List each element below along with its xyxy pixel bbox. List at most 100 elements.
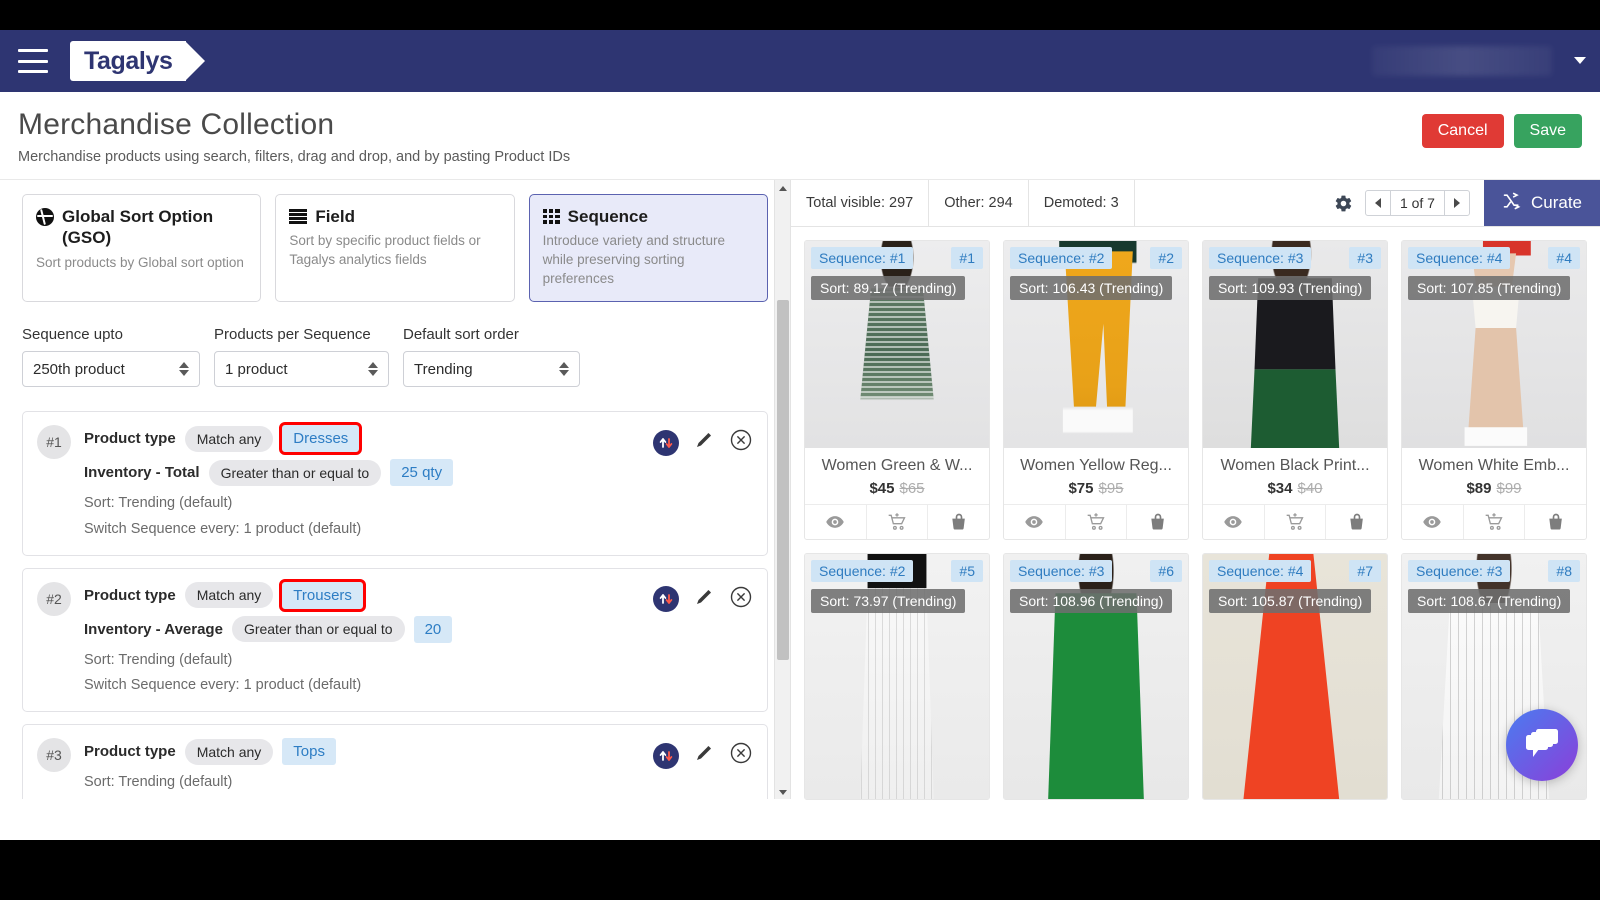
curate-button[interactable]: Curate (1483, 180, 1600, 226)
close-circle-icon[interactable] (729, 741, 753, 770)
price-original: $65 (899, 480, 925, 497)
sort-mode-gso[interactable]: Global Sort Option (GSO) Sort products b… (22, 194, 262, 303)
cancel-button[interactable]: Cancel (1421, 114, 1504, 148)
product-badges: Sequence: #4 #7 (1209, 560, 1381, 582)
table-row[interactable]: #2 Product type Match any Trousers Inven… (22, 567, 768, 713)
list-item[interactable]: Sequence: #4 #4 Sort: 107.85 (Trending) … (1401, 240, 1587, 540)
sort-mode-field[interactable]: Field Sort by specific product fields or… (275, 194, 515, 303)
cart-plus-icon[interactable] (1263, 505, 1326, 539)
sort-updown-icon[interactable] (653, 429, 679, 456)
cart-plus-icon[interactable] (865, 505, 928, 539)
product-name: Women Black Print... (1220, 457, 1370, 474)
scroll-up-icon[interactable] (775, 180, 790, 196)
product-actions (805, 504, 989, 539)
sort-mode-title: Global Sort Option (GSO) (62, 207, 214, 248)
gear-icon[interactable] (1334, 194, 1353, 213)
page-header: Merchandise Collection Merchandise produ… (0, 92, 1600, 179)
list-item[interactable]: Sequence: #3 #3 Sort: 109.93 (Trending) … (1202, 240, 1388, 540)
rule-operator-chip[interactable]: Match any (184, 582, 274, 609)
position-badge: #4 (1548, 247, 1580, 269)
position-badge: #5 (951, 560, 983, 582)
sort-updown-icon[interactable] (653, 586, 679, 613)
sort-mode-title: Sequence (567, 207, 648, 226)
default-sort-order-select[interactable]: Trending (403, 351, 580, 388)
basket-icon[interactable] (1126, 505, 1188, 539)
rule-field-label: Inventory - Total (84, 464, 200, 482)
chat-widget-button[interactable] (1506, 709, 1578, 781)
basket-icon[interactable] (1325, 505, 1387, 539)
sequence-rules-list: #1 Product type Match any Dresses Invent… (22, 411, 768, 799)
cart-plus-icon[interactable] (1064, 505, 1127, 539)
price-current: $89 (1466, 480, 1492, 497)
sequence-upto-value: 250th product (33, 360, 125, 378)
product-name: Women White Emb... (1418, 457, 1570, 474)
basket-icon[interactable] (1524, 505, 1586, 539)
sort-mode-sequence[interactable]: Sequence Introduce variety and structure… (528, 194, 768, 303)
rule-value-chip[interactable]: Dresses (279, 422, 363, 456)
basket-icon[interactable] (927, 505, 989, 539)
product-name: Women Yellow Reg... (1020, 457, 1172, 474)
sequence-upto-select[interactable]: 250th product (22, 351, 200, 388)
list-item[interactable]: Sequence: #2 #5 Sort: 73.97 (Trending) (804, 553, 990, 800)
next-page-button[interactable] (1443, 190, 1470, 216)
sequence-badge: Sequence: #1 (811, 247, 914, 269)
list-item[interactable]: Sequence: #1 #1 Sort: 89.17 (Trending) W… (804, 240, 990, 540)
previous-page-button[interactable] (1364, 190, 1391, 216)
position-badge: #3 (1349, 247, 1381, 269)
eye-icon[interactable] (805, 505, 866, 539)
rule-sort-text: Sort: Trending (default) (84, 495, 233, 512)
pencil-icon[interactable] (693, 742, 715, 769)
user-account-area[interactable] (1372, 46, 1552, 76)
chevron-down-icon[interactable] (1574, 57, 1586, 64)
list-item[interactable]: Sequence: #3 #6 Sort: 108.96 (Trending) (1003, 553, 1189, 800)
rule-field-label: Product type (84, 430, 176, 448)
rule-operator-chip[interactable]: Greater than or equal to (231, 616, 405, 643)
product-actions (1004, 504, 1188, 539)
sort-updown-icon[interactable] (653, 742, 679, 769)
sort-mode-desc: Sort by specific product fields or Tagal… (289, 233, 481, 267)
hamburger-menu-icon[interactable] (18, 49, 48, 73)
sort-mode-cards: Global Sort Option (GSO) Sort products b… (22, 194, 768, 303)
rule-actions (653, 428, 753, 457)
rule-value-chip[interactable]: 25 qty (390, 459, 454, 487)
rule-operator-chip[interactable]: Match any (184, 425, 274, 452)
pencil-icon[interactable] (693, 429, 715, 456)
product-badges: Sequence: #3 #3 (1209, 247, 1381, 269)
pencil-icon[interactable] (693, 586, 715, 613)
products-per-sequence-select[interactable]: 1 product (214, 351, 389, 388)
eye-icon[interactable] (1004, 505, 1065, 539)
table-row[interactable]: #1 Product type Match any Dresses Invent… (22, 411, 768, 556)
rule-value-chip[interactable]: Tops (282, 738, 336, 766)
price-current: $75 (1068, 480, 1094, 497)
table-row[interactable]: #3 Product type Match any Tops Sort: Tre… (22, 724, 768, 799)
rule-value-chip[interactable]: Trousers (279, 578, 366, 612)
products-per-sequence-group: Products per Sequence 1 product (214, 326, 389, 388)
default-sort-order-label: Default sort order (403, 326, 519, 344)
sequence-badge: Sequence: #2 (1010, 247, 1113, 269)
rule-value-chip[interactable]: 20 (413, 615, 453, 643)
rule-operator-chip[interactable]: Greater than or equal to (208, 459, 382, 486)
list-item[interactable]: Sequence: #4 #7 Sort: 105.87 (Trending) (1202, 553, 1388, 800)
product-info: Women Yellow Reg... $75 $95 (1004, 448, 1188, 504)
rule-switch-text: Switch Sequence every: 1 product (defaul… (84, 520, 362, 537)
close-circle-icon[interactable] (729, 428, 753, 457)
left-panel-scrollbar[interactable] (774, 180, 790, 799)
page-subtitle: Merchandise products using search, filte… (18, 149, 571, 165)
scroll-down-icon[interactable] (775, 784, 790, 799)
products-per-sequence-label: Products per Sequence (214, 326, 371, 344)
save-button[interactable]: Save (1513, 114, 1582, 148)
cart-plus-icon[interactable] (1462, 505, 1525, 539)
price-current: $34 (1267, 480, 1293, 497)
scrollbar-thumb[interactable] (777, 300, 789, 660)
product-badges: Sequence: #3 #8 (1408, 560, 1580, 582)
close-circle-icon[interactable] (729, 585, 753, 614)
stats-spacer (1135, 180, 1334, 226)
list-item[interactable]: Sequence: #2 #2 Sort: 106.43 (Trending) … (1003, 240, 1189, 540)
eye-icon[interactable] (1402, 505, 1463, 539)
eye-icon[interactable] (1203, 505, 1264, 539)
tagalys-logo[interactable]: Tagalys (70, 41, 206, 81)
top-navigation-bar: Tagalys (0, 30, 1600, 92)
price-current: $45 (869, 480, 895, 497)
page-indicator: 1 of 7 (1390, 190, 1444, 216)
rule-operator-chip[interactable]: Match any (184, 738, 274, 765)
